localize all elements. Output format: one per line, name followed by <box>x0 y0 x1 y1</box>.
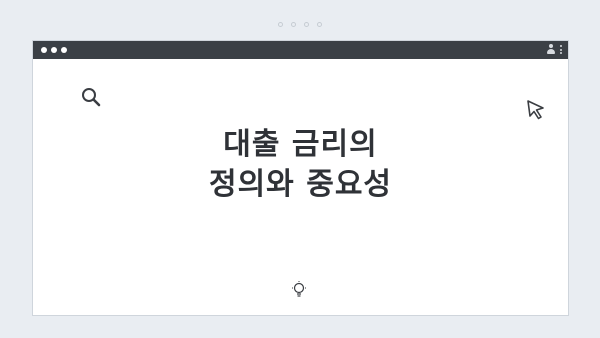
page-indicator-dot[interactable] <box>278 22 283 27</box>
page-indicator <box>0 22 600 27</box>
titlebar-actions <box>546 44 562 55</box>
page-indicator-dot[interactable] <box>291 22 296 27</box>
headline-line-1: 대출 금리의 <box>223 127 378 162</box>
browser-window: 대출 금리의 정의와 중요성 <box>32 40 569 316</box>
maximize-dot[interactable] <box>61 47 67 53</box>
headline-line-2: 정의와 중요성 <box>208 167 393 202</box>
cursor-icon <box>527 100 544 120</box>
search-icon <box>82 88 101 107</box>
slide-content: 대출 금리의 정의와 중요성 <box>33 59 568 315</box>
minimize-dot[interactable] <box>51 47 57 53</box>
lightbulb-icon <box>292 281 306 297</box>
page-indicator-dot[interactable] <box>304 22 309 27</box>
window-controls <box>41 47 67 53</box>
close-dot[interactable] <box>41 47 47 53</box>
window-titlebar <box>33 41 568 59</box>
slide-headline: 대출 금리의 정의와 중요성 <box>33 125 568 205</box>
user-icon[interactable] <box>546 44 556 55</box>
page-indicator-dot[interactable] <box>317 22 322 27</box>
kebab-menu-icon[interactable] <box>560 45 562 54</box>
